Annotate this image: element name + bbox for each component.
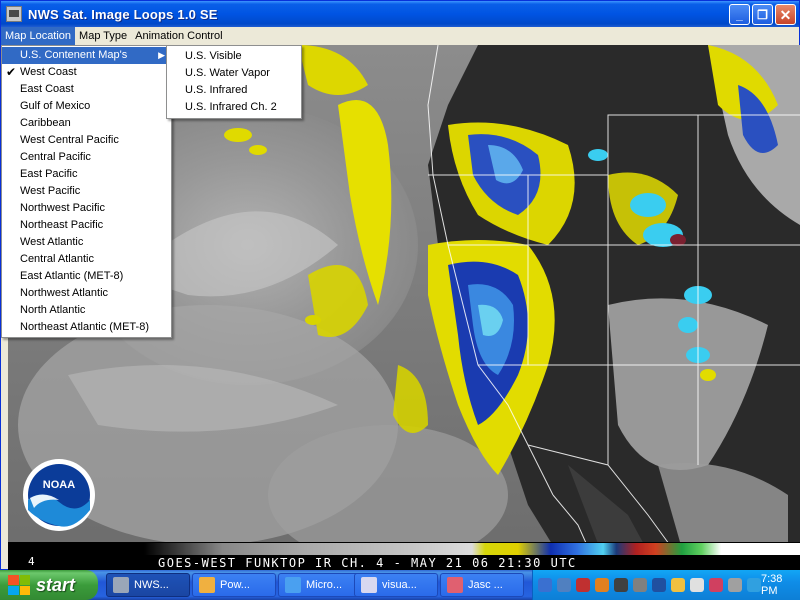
menu-item-west-coast[interactable]: ✔ West Coast — [2, 64, 171, 81]
menu-bar: Map Location Map Type Animation Control — [1, 27, 799, 46]
usb-icon[interactable] — [728, 578, 742, 592]
drive-icon[interactable] — [633, 578, 647, 592]
task-label: Pow... — [220, 579, 250, 591]
submenu-item-us-infrared-ch2[interactable]: U.S. Infrared Ch. 2 — [167, 99, 301, 116]
menu-item-west-pacific[interactable]: West Pacific — [2, 183, 171, 200]
system-tray: 7:38 PM — [532, 570, 800, 600]
menu-item-central-atlantic[interactable]: Central Atlantic — [2, 251, 171, 268]
shield-icon[interactable] — [576, 578, 590, 592]
submenu-item-us-infrared[interactable]: U.S. Infrared — [167, 82, 301, 99]
taskbar: start NWS... Pow... Micro... visua... Ja… — [0, 570, 800, 600]
taskbar-button-visual[interactable]: visua... — [354, 573, 438, 597]
menu-item-northeast-atlantic-met8[interactable]: Northeast Atlantic (MET-8) — [2, 319, 171, 336]
menu-item-northeast-pacific[interactable]: Northeast Pacific — [2, 217, 171, 234]
visual-icon — [361, 577, 377, 593]
printer-icon[interactable] — [614, 578, 628, 592]
check-icon: ✔ — [6, 65, 17, 79]
window-icon — [285, 577, 301, 593]
bluetooth-icon[interactable] — [747, 578, 761, 592]
monitor-icon[interactable] — [557, 578, 571, 592]
start-label: start — [36, 574, 76, 595]
menu-item-east-atlantic-met8[interactable]: East Atlantic (MET-8) — [2, 268, 171, 285]
taskbar-button-jasc[interactable]: Jasc ... — [440, 573, 524, 597]
window-title: NWS Sat. Image Loops 1.0 SE — [28, 6, 218, 22]
task-label: NWS... — [134, 579, 169, 591]
us-maps-submenu: U.S. Visible U.S. Water Vapor U.S. Infra… — [166, 45, 302, 119]
submenu-arrow-icon: ▶ — [158, 50, 165, 60]
legend-channel-number: 4 — [28, 555, 35, 568]
powerpoint-icon — [199, 577, 215, 593]
menu-animation-control[interactable]: Animation Control — [131, 27, 226, 46]
taskbar-button-nws[interactable]: NWS... — [106, 573, 190, 597]
speaker-icon[interactable] — [690, 578, 704, 592]
title-bar[interactable]: NWS Sat. Image Loops 1.0 SE _ ❐ ✕ — [1, 1, 799, 27]
task-label: Jasc ... — [468, 579, 503, 591]
menu-item-west-central-pacific[interactable]: West Central Pacific — [2, 132, 171, 149]
taskbar-button-powerpoint[interactable]: Pow... — [192, 573, 276, 597]
maximize-button[interactable]: ❐ — [752, 4, 773, 25]
app-icon — [113, 577, 129, 593]
menu-item-us-contenent-maps[interactable]: U.S. Contenent Map's ▶ — [2, 47, 171, 64]
start-button[interactable]: start — [0, 570, 98, 600]
color-scale — [144, 543, 800, 555]
sync-icon[interactable] — [652, 578, 666, 592]
minimize-button[interactable]: _ — [729, 4, 750, 25]
submenu-item-us-water-vapor[interactable]: U.S. Water Vapor — [167, 65, 301, 82]
close-button[interactable]: ✕ — [775, 4, 796, 25]
menu-item-label: U.S. Contenent Map's — [20, 49, 128, 61]
chat-icon[interactable] — [671, 578, 685, 592]
antivirus-icon[interactable] — [709, 578, 723, 592]
noaa-logo: NOAA — [22, 458, 96, 532]
map-location-menu: U.S. Contenent Map's ▶ ✔ West Coast East… — [1, 45, 172, 338]
alert-icon[interactable] — [595, 578, 609, 592]
image-caption: GOES-WEST FUNKTOP IR CH. 4 - MAY 21 06 2… — [158, 556, 577, 570]
windows-logo-icon — [8, 575, 30, 595]
menu-item-label: West Coast — [20, 66, 77, 78]
menu-map-location[interactable]: Map Location — [1, 27, 76, 46]
legend-bar: 4 GOES-WEST FUNKTOP IR CH. 4 - MAY 21 06… — [8, 542, 800, 570]
menu-item-east-coast[interactable]: East Coast — [2, 81, 171, 98]
menu-item-northwest-pacific[interactable]: Northwest Pacific — [2, 200, 171, 217]
jasc-icon — [447, 577, 463, 593]
menu-item-northwest-atlantic[interactable]: Northwest Atlantic — [2, 285, 171, 302]
taskbar-button-micro[interactable]: Micro... — [278, 573, 362, 597]
menu-map-type[interactable]: Map Type — [75, 27, 131, 46]
submenu-item-us-visible[interactable]: U.S. Visible — [167, 48, 301, 65]
menu-item-central-pacific[interactable]: Central Pacific — [2, 149, 171, 166]
app-icon[interactable] — [6, 6, 22, 22]
menu-item-east-pacific[interactable]: East Pacific — [2, 166, 171, 183]
noaa-logo-text: NOAA — [43, 479, 75, 491]
menu-item-gulf-of-mexico[interactable]: Gulf of Mexico — [2, 98, 171, 115]
menu-item-west-atlantic[interactable]: West Atlantic — [2, 234, 171, 251]
menu-item-north-atlantic[interactable]: North Atlantic — [2, 302, 171, 319]
network-icon[interactable] — [538, 578, 552, 592]
task-label: visua... — [382, 579, 417, 591]
task-label: Micro... — [306, 579, 343, 591]
system-clock[interactable]: 7:38 PM — [761, 573, 784, 597]
menu-item-caribbean[interactable]: Caribbean — [2, 115, 171, 132]
